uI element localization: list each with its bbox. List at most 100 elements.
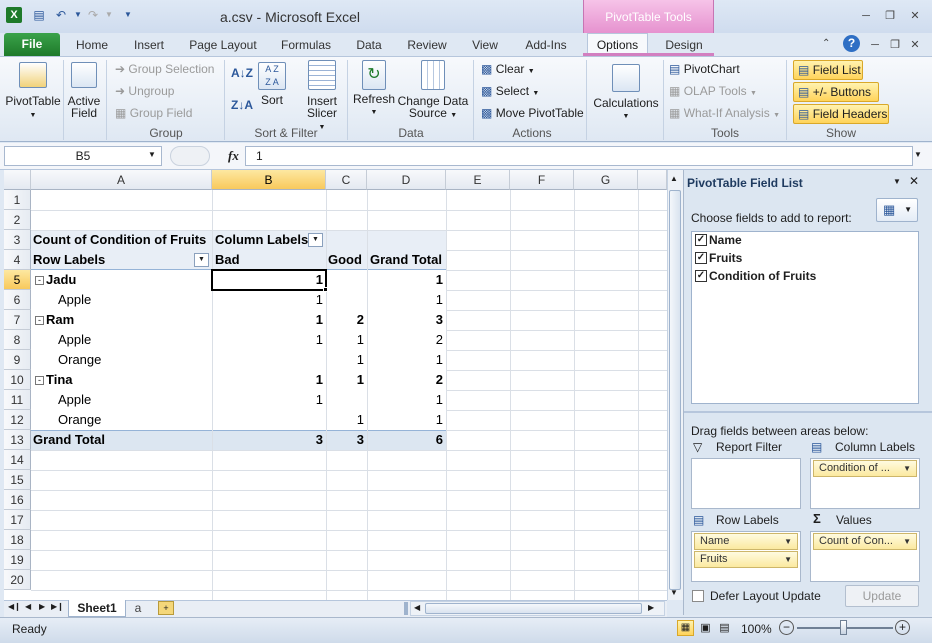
tab-insert[interactable]: Insert <box>127 36 171 56</box>
tab-home[interactable]: Home <box>70 36 114 56</box>
sheet-nav-first-icon[interactable]: ◀❙ <box>8 602 21 611</box>
tab-view[interactable]: View <box>468 36 502 56</box>
group-field-button[interactable]: ▦ Group Field <box>115 106 192 120</box>
sort-a-z-icon[interactable]: A↓Z <box>231 66 253 80</box>
zoom-slider-thumb[interactable] <box>840 620 847 635</box>
field-name-checkbox[interactable]: ✓ <box>695 234 707 246</box>
row-header-5[interactable]: 5 <box>4 270 31 290</box>
row-header-18[interactable]: 18 <box>4 530 31 550</box>
formula-input[interactable]: 1 <box>245 146 913 166</box>
row-jadu-apple-label[interactable]: Apple <box>58 290 91 310</box>
row-labels-cell[interactable]: Row Labels <box>33 250 105 270</box>
tina-apple-total-value[interactable]: 1 <box>367 390 443 410</box>
sort-z-a-icon[interactable]: Z↓A <box>231 98 253 112</box>
tab-data[interactable]: Data <box>352 36 386 56</box>
minimize-ribbon-icon[interactable]: ⌃ <box>822 38 830 49</box>
tina-total-value[interactable]: 2 <box>367 370 443 390</box>
vertical-scroll-thumb[interactable] <box>669 190 681 590</box>
grand-total-row-label[interactable]: Grand Total <box>33 430 105 450</box>
row-header-12[interactable]: 12 <box>4 410 31 430</box>
scroll-right-icon[interactable]: ▶ <box>648 603 654 612</box>
page-break-view-icon[interactable]: ▤ <box>716 620 733 636</box>
sort-button[interactable]: A ZZ A Sort <box>256 62 288 112</box>
field-name-label[interactable]: Name <box>709 231 742 249</box>
row-header-19[interactable]: 19 <box>4 550 31 570</box>
row-header-3[interactable]: 3 <box>4 230 31 250</box>
jadu-apple-total-value[interactable]: 1 <box>367 290 443 310</box>
normal-view-icon[interactable]: ▦ <box>677 620 694 636</box>
grand-total-bad-value[interactable]: 3 <box>212 430 323 450</box>
row-tina-label[interactable]: Tina <box>46 370 73 390</box>
row-chip-name[interactable]: Name ▼ <box>694 533 798 550</box>
scroll-left-icon[interactable]: ◀ <box>414 603 420 612</box>
horizontal-scroll-thumb[interactable] <box>425 603 642 614</box>
restore-icon[interactable]: ❐ <box>881 9 899 23</box>
row-header-10[interactable]: 10 <box>4 370 31 390</box>
select-all-corner[interactable] <box>4 170 31 190</box>
field-list-button[interactable]: ▤ Field List <box>793 60 863 80</box>
field-fruits-label[interactable]: Fruits <box>709 249 742 267</box>
row-header-13[interactable]: 13 <box>4 430 31 450</box>
zoom-out-icon[interactable]: − <box>779 620 794 635</box>
active-field-button[interactable]: Active Field <box>65 60 103 124</box>
row-header-15[interactable]: 15 <box>4 470 31 490</box>
formula-bar-expand-icon[interactable] <box>170 146 210 166</box>
help-icon[interactable]: ? <box>843 35 860 52</box>
scroll-up-icon[interactable]: ▲ <box>670 174 678 183</box>
column-header-g[interactable]: G <box>574 170 638 190</box>
ram-orange-total-value[interactable]: 1 <box>367 350 443 370</box>
grand-total-header-cell[interactable]: Grand Total <box>370 250 442 270</box>
row-header-9[interactable]: 9 <box>4 350 31 370</box>
spreadsheet-grid[interactable]: A B C D E F G 1 2 3 4 5 6 7 8 9 10 11 12… <box>4 170 667 600</box>
row-ram-apple-label[interactable]: Apple <box>58 330 91 350</box>
collapse-ram-icon[interactable]: - <box>35 316 44 325</box>
column-labels-filter-icon[interactable]: ▼ <box>308 233 323 247</box>
update-button[interactable]: Update <box>845 585 919 607</box>
move-pivottable-button[interactable]: ▩ Move PivotTable <box>481 106 584 120</box>
pivotchart-button[interactable]: ▤ PivotChart <box>669 62 740 76</box>
ram-apple-total-value[interactable]: 2 <box>367 330 443 350</box>
zoom-level[interactable]: 100% <box>741 622 772 636</box>
refresh-button[interactable]: ↻ Refresh ▼ <box>352 60 396 124</box>
fx-icon[interactable]: fx <box>228 148 239 164</box>
tina-apple-bad-value[interactable]: 1 <box>212 390 323 410</box>
column-header-h[interactable] <box>638 170 667 190</box>
sheet-tab-a[interactable]: a <box>128 600 148 617</box>
row-header-6[interactable]: 6 <box>4 290 31 310</box>
row-chip-fruits[interactable]: Fruits ▼ <box>694 551 798 568</box>
good-header-cell[interactable]: Good <box>328 250 362 270</box>
row-header-8[interactable]: 8 <box>4 330 31 350</box>
row-tina-apple-label[interactable]: Apple <box>58 390 91 410</box>
formula-bar-collapse-icon[interactable]: ▼ <box>914 150 922 159</box>
calculations-button[interactable]: Calculations ▼ <box>590 60 662 124</box>
ungroup-button[interactable]: ➜ Ungroup <box>115 84 174 98</box>
clear-button[interactable]: ▩ Clear ▼ <box>481 62 535 79</box>
page-layout-view-icon[interactable]: ▣ <box>697 620 714 636</box>
row-header-1[interactable]: 1 <box>4 190 31 210</box>
sheet-nav-prev-icon[interactable]: ◀ <box>25 602 31 611</box>
jadu-apple-bad-value[interactable]: 1 <box>212 290 323 310</box>
tina-good-value[interactable]: 1 <box>326 370 364 390</box>
scroll-down-icon[interactable]: ▼ <box>670 588 678 597</box>
values-chip-count[interactable]: Count of Con... ▼ <box>813 533 917 550</box>
field-condition-checkbox[interactable]: ✓ <box>695 270 707 282</box>
row-header-20[interactable]: 20 <box>4 570 31 590</box>
column-chip-condition[interactable]: Condition of ... ▼ <box>813 460 917 477</box>
row-ram-label[interactable]: Ram <box>46 310 74 330</box>
defer-layout-label[interactable]: Defer Layout Update <box>710 589 821 603</box>
fill-handle[interactable] <box>323 287 328 292</box>
column-header-e[interactable]: E <box>446 170 510 190</box>
sheet-nav-last-icon[interactable]: ▶❙ <box>51 602 64 611</box>
row-ram-orange-label[interactable]: Orange <box>58 350 101 370</box>
row-header-11[interactable]: 11 <box>4 390 31 410</box>
workbook-minimize-icon[interactable]: ─ <box>866 38 884 52</box>
row-header-7[interactable]: 7 <box>4 310 31 330</box>
name-box[interactable]: B5 <box>4 146 162 166</box>
report-filter-area[interactable] <box>691 458 801 509</box>
olap-tools-button[interactable]: ▦ OLAP Tools ▼ <box>669 84 757 101</box>
ram-orange-good-value[interactable]: 1 <box>326 350 364 370</box>
change-data-source-button[interactable]: Change Data Source ▼ <box>397 60 469 124</box>
workbook-restore-icon[interactable]: ❐ <box>886 38 904 52</box>
pivot-title-cell[interactable]: Count of Condition of Fruits <box>33 230 206 250</box>
tina-bad-value[interactable]: 1 <box>212 370 323 390</box>
